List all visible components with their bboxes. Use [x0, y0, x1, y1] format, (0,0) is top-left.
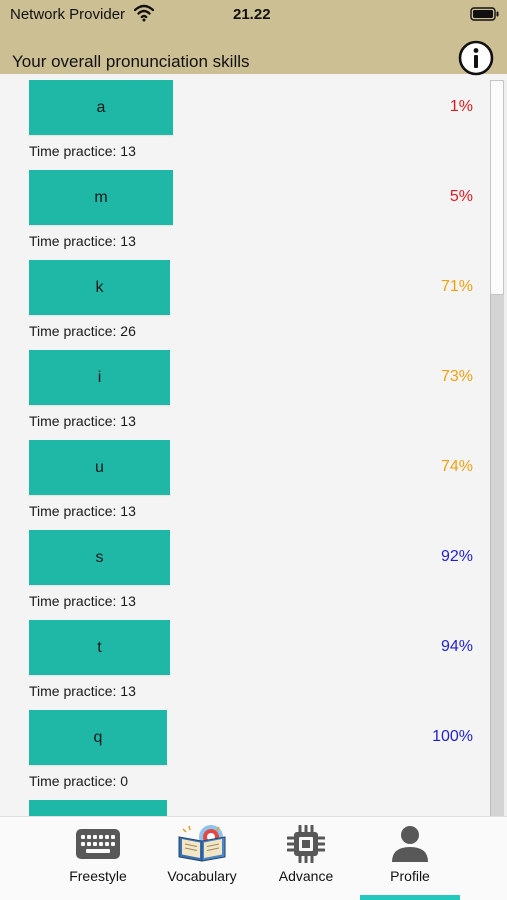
- scrollbar[interactable]: [490, 80, 507, 816]
- phoneme-button[interactable]: [29, 800, 167, 816]
- time-practice-label: Time practice: 0: [29, 773, 129, 789]
- phoneme-button[interactable]: a: [29, 80, 173, 135]
- scrollbar-thumb[interactable]: [490, 80, 504, 295]
- phoneme-button[interactable]: u: [29, 440, 170, 495]
- skill-percent: 73%: [440, 368, 473, 385]
- skill-percent: 100%: [432, 728, 473, 745]
- carrier-label: Network Provider: [10, 6, 126, 23]
- phoneme-button[interactable]: i: [29, 350, 170, 405]
- keyboard-icon: [76, 829, 120, 859]
- phoneme-button[interactable]: s: [29, 530, 170, 585]
- skill-percent: 5%: [449, 188, 473, 205]
- skill-item: m 5% Time practice: 13: [0, 164, 490, 254]
- phoneme-button[interactable]: t: [29, 620, 170, 675]
- page-title: Your overall pronunciation skills: [12, 52, 250, 71]
- tab-label: Vocabulary: [167, 868, 237, 884]
- time-practice-label: Time practice: 13: [29, 143, 136, 159]
- bottom-tab-bar: Freestyle Vocabulary Advance Profile: [0, 816, 507, 900]
- skill-percent: 94%: [440, 638, 473, 655]
- tab-freestyle[interactable]: Freestyle: [48, 817, 148, 900]
- tab-label: Profile: [390, 868, 430, 884]
- page-header: Your overall pronunciation skills: [0, 32, 507, 76]
- phoneme-button[interactable]: k: [29, 260, 170, 315]
- phoneme-button[interactable]: m: [29, 170, 173, 225]
- skill-percent: 74%: [440, 458, 473, 475]
- skill-item: s 92% Time practice: 13: [0, 524, 490, 614]
- time-practice-label: Time practice: 26: [29, 323, 136, 339]
- info-icon[interactable]: [458, 40, 494, 76]
- skill-item: t 94% Time practice: 13: [0, 614, 490, 704]
- tab-advance[interactable]: Advance: [256, 817, 356, 900]
- tab-profile[interactable]: Profile: [360, 817, 460, 900]
- book-icon: [178, 825, 226, 862]
- wifi-icon: [134, 4, 154, 22]
- skill-percent: 92%: [440, 548, 473, 565]
- time-practice-label: Time practice: 13: [29, 503, 136, 519]
- skill-percent: 71%: [440, 278, 473, 295]
- skills-list[interactable]: a 1% Time practice: 13 m 5% Time practic…: [0, 74, 490, 816]
- time-practice-label: Time practice: 13: [29, 683, 136, 699]
- skill-percent: 1%: [449, 98, 473, 115]
- time-practice-label: Time practice: 13: [29, 593, 136, 609]
- tab-label: Freestyle: [69, 868, 127, 884]
- clock-time: 21.22: [233, 6, 271, 23]
- phoneme-button[interactable]: q: [29, 710, 167, 765]
- skill-item: q 100% Time practice: 0: [0, 704, 490, 794]
- battery-icon: [470, 7, 499, 21]
- time-practice-label: Time practice: 13: [29, 413, 136, 429]
- tab-label: Advance: [278, 868, 334, 884]
- active-tab-indicator: [360, 895, 460, 900]
- skill-item: k 71% Time practice: 26: [0, 254, 490, 344]
- tab-vocabulary[interactable]: Vocabulary: [152, 817, 252, 900]
- skill-item: u 74% Time practice: 13: [0, 434, 490, 524]
- skill-item: [0, 794, 490, 816]
- status-bar: Network Provider 21.22: [0, 0, 507, 32]
- time-practice-label: Time practice: 13: [29, 233, 136, 249]
- person-icon: [392, 826, 428, 862]
- skill-item: a 1% Time practice: 13: [0, 74, 490, 164]
- skill-item: i 73% Time practice: 13: [0, 344, 490, 434]
- chip-icon: [287, 825, 325, 863]
